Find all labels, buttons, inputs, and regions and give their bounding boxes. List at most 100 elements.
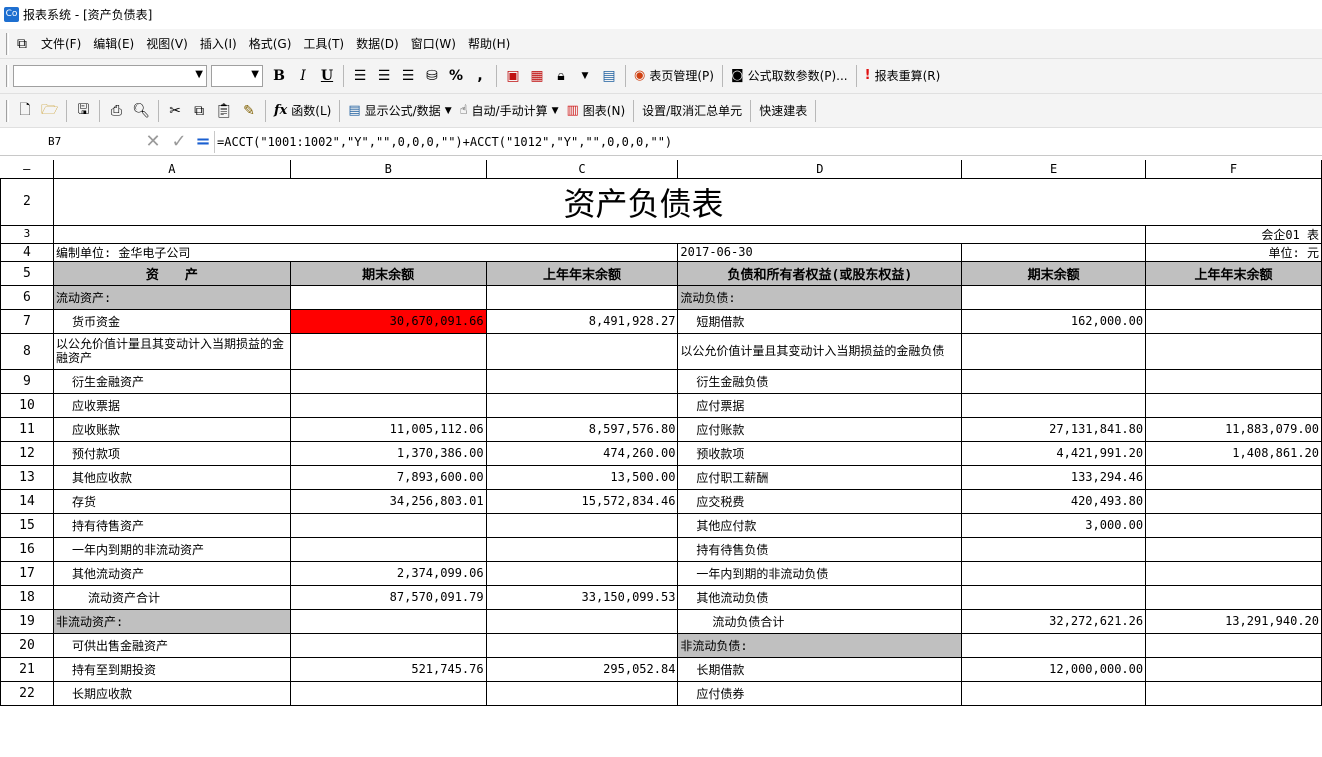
cut-icon[interactable]: ✂: [164, 99, 186, 123]
header-liabilities-equity[interactable]: 负债和所有者权益(或股东权益): [677, 260, 963, 286]
liability-ending-cell[interactable]: [961, 560, 1147, 586]
prior-year-cell[interactable]: [485, 392, 679, 418]
prior-year-cell[interactable]: [485, 680, 679, 706]
toolbar-grip[interactable]: [6, 65, 9, 87]
show-formula-button[interactable]: ▤ 显示公式/数据 ▼: [344, 99, 455, 123]
liability-name-cell[interactable]: 应付债券: [677, 680, 963, 706]
liability-prior-cell[interactable]: [1145, 392, 1322, 418]
fill-color-icon[interactable]: ▦: [526, 64, 548, 88]
row-header[interactable]: 19: [0, 608, 54, 634]
toolbar-grip[interactable]: [6, 32, 9, 55]
asset-name-cell[interactable]: 预付款项: [52, 440, 291, 466]
copy-icon[interactable]: ⧉: [188, 99, 210, 123]
prior-year-cell[interactable]: [485, 368, 679, 394]
font-size-select[interactable]: ▼: [211, 65, 263, 87]
menu-data[interactable]: 数据(D): [350, 29, 405, 59]
liability-name-cell[interactable]: 其他流动负债: [677, 584, 963, 610]
header-ending-balance[interactable]: 期末余额: [289, 260, 487, 286]
prior-year-cell[interactable]: [485, 512, 679, 538]
liability-ending-cell[interactable]: [961, 584, 1147, 610]
menu-window[interactable]: 窗口(W): [405, 29, 462, 59]
bold-button[interactable]: B: [268, 64, 290, 88]
asset-name-cell[interactable]: 存货: [52, 488, 291, 514]
ending-balance-cell[interactable]: [289, 632, 487, 658]
ending-balance-cell[interactable]: [289, 332, 487, 370]
liability-name-cell[interactable]: 持有待售负债: [677, 536, 963, 562]
liability-name-cell[interactable]: 一年内到期的非流动负债: [677, 560, 963, 586]
prior-year-cell[interactable]: 295,052.84: [485, 656, 679, 682]
document-window-icon[interactable]: ⧉: [13, 35, 31, 53]
ending-balance-cell[interactable]: 7,893,600.00: [289, 464, 487, 490]
liability-name-cell[interactable]: 流动负债:: [677, 284, 963, 310]
row-header[interactable]: 6: [0, 284, 54, 310]
menu-file[interactable]: 文件(F): [35, 29, 87, 59]
liability-name-cell[interactable]: 短期借款: [677, 308, 963, 334]
liability-name-cell[interactable]: 应付职工薪酬: [677, 464, 963, 490]
asset-name-cell[interactable]: 可供出售金融资产: [52, 632, 291, 658]
liability-ending-cell[interactable]: 162,000.00: [961, 308, 1147, 334]
unit-label[interactable]: 编制单位: 金华电子公司: [52, 242, 679, 262]
column-header-c[interactable]: C: [486, 160, 679, 179]
ending-balance-cell[interactable]: [289, 284, 487, 310]
liability-prior-cell[interactable]: 13,291,940.20: [1145, 608, 1322, 634]
row-header[interactable]: 15: [0, 512, 54, 538]
prior-year-cell[interactable]: [485, 608, 679, 634]
lock-icon[interactable]: 🔒︎: [550, 64, 572, 88]
report-title[interactable]: 资产负债表: [52, 177, 1322, 226]
asset-name-cell[interactable]: 其他应收款: [52, 464, 291, 490]
recalc-report-button[interactable]: ! 报表重算(R): [861, 64, 945, 88]
header-prior-year-balance[interactable]: 上年年末余额: [1145, 260, 1322, 286]
formula-params-button[interactable]: ◙ 公式取数参数(P)...: [727, 64, 852, 88]
liability-prior-cell[interactable]: [1145, 560, 1322, 586]
liability-ending-cell[interactable]: 12,000,000.00: [961, 656, 1147, 682]
empty-cell[interactable]: [961, 242, 1147, 262]
function-button[interactable]: fx 函数(L): [270, 99, 335, 123]
liability-name-cell[interactable]: 长期借款: [677, 656, 963, 682]
asset-name-cell[interactable]: 应收票据: [52, 392, 291, 418]
prior-year-cell[interactable]: 33,150,099.53: [485, 584, 679, 610]
align-center-icon[interactable]: ☰: [373, 64, 395, 88]
liability-name-cell[interactable]: 预收款项: [677, 440, 963, 466]
row-header[interactable]: 12: [0, 440, 54, 466]
frame-icon[interactable]: ▤: [598, 64, 620, 88]
asset-name-cell[interactable]: 以公允价值计量且其变动计入当期损益的金融资产: [52, 332, 291, 370]
prior-year-cell[interactable]: 474,260.00: [485, 440, 679, 466]
header-prior-year-balance[interactable]: 上年年末余额: [485, 260, 679, 286]
prior-year-cell[interactable]: [485, 284, 679, 310]
ending-balance-cell[interactable]: 34,256,803.01: [289, 488, 487, 514]
percent-button[interactable]: %: [445, 64, 467, 88]
page-management-button[interactable]: ◉ 表页管理(P): [630, 64, 718, 88]
column-header-d[interactable]: D: [677, 160, 963, 179]
paste-icon[interactable]: 📋︎: [212, 99, 236, 123]
liability-ending-cell[interactable]: 4,421,991.20: [961, 440, 1147, 466]
align-left-icon[interactable]: ☰: [349, 64, 371, 88]
menu-edit[interactable]: 编辑(E): [87, 29, 140, 59]
auto-calc-button[interactable]: ☝ 自动/手动计算 ▼: [456, 99, 563, 123]
liability-prior-cell[interactable]: [1145, 284, 1322, 310]
empty-cell[interactable]: [52, 224, 1147, 244]
font-name-select[interactable]: ▼: [13, 65, 207, 87]
menu-view[interactable]: 视图(V): [140, 29, 194, 59]
menu-help[interactable]: 帮助(H): [462, 29, 516, 59]
liability-ending-cell[interactable]: 420,493.80: [961, 488, 1147, 514]
liability-ending-cell[interactable]: [961, 536, 1147, 562]
liability-prior-cell[interactable]: 11,883,079.00: [1145, 416, 1322, 442]
row-header[interactable]: 3: [0, 224, 54, 244]
selected-cell[interactable]: 30,670,091.66: [289, 308, 487, 334]
liability-prior-cell[interactable]: [1145, 680, 1322, 706]
italic-button[interactable]: I: [292, 64, 314, 88]
liability-prior-cell[interactable]: 1,408,861.20: [1145, 440, 1322, 466]
row-header[interactable]: 9: [0, 368, 54, 394]
liability-ending-cell[interactable]: [961, 332, 1147, 370]
column-header-f[interactable]: F: [1145, 160, 1322, 179]
asset-name-cell[interactable]: 持有待售资产: [52, 512, 291, 538]
row-header[interactable]: 11: [0, 416, 54, 442]
formula-input[interactable]: =ACCT("1001:1002","Y","",0,0,0,"")+ACCT(…: [214, 130, 1322, 153]
asset-name-cell[interactable]: 持有至到期投资: [52, 656, 291, 682]
liability-prior-cell[interactable]: [1145, 536, 1322, 562]
new-file-icon[interactable]: 🗋: [14, 99, 36, 123]
cancel-icon[interactable]: ✕: [140, 131, 166, 152]
open-folder-icon[interactable]: 🗁: [38, 99, 61, 123]
asset-name-cell[interactable]: 货币资金: [52, 308, 291, 334]
chevron-down-icon[interactable]: ▼: [574, 64, 596, 88]
